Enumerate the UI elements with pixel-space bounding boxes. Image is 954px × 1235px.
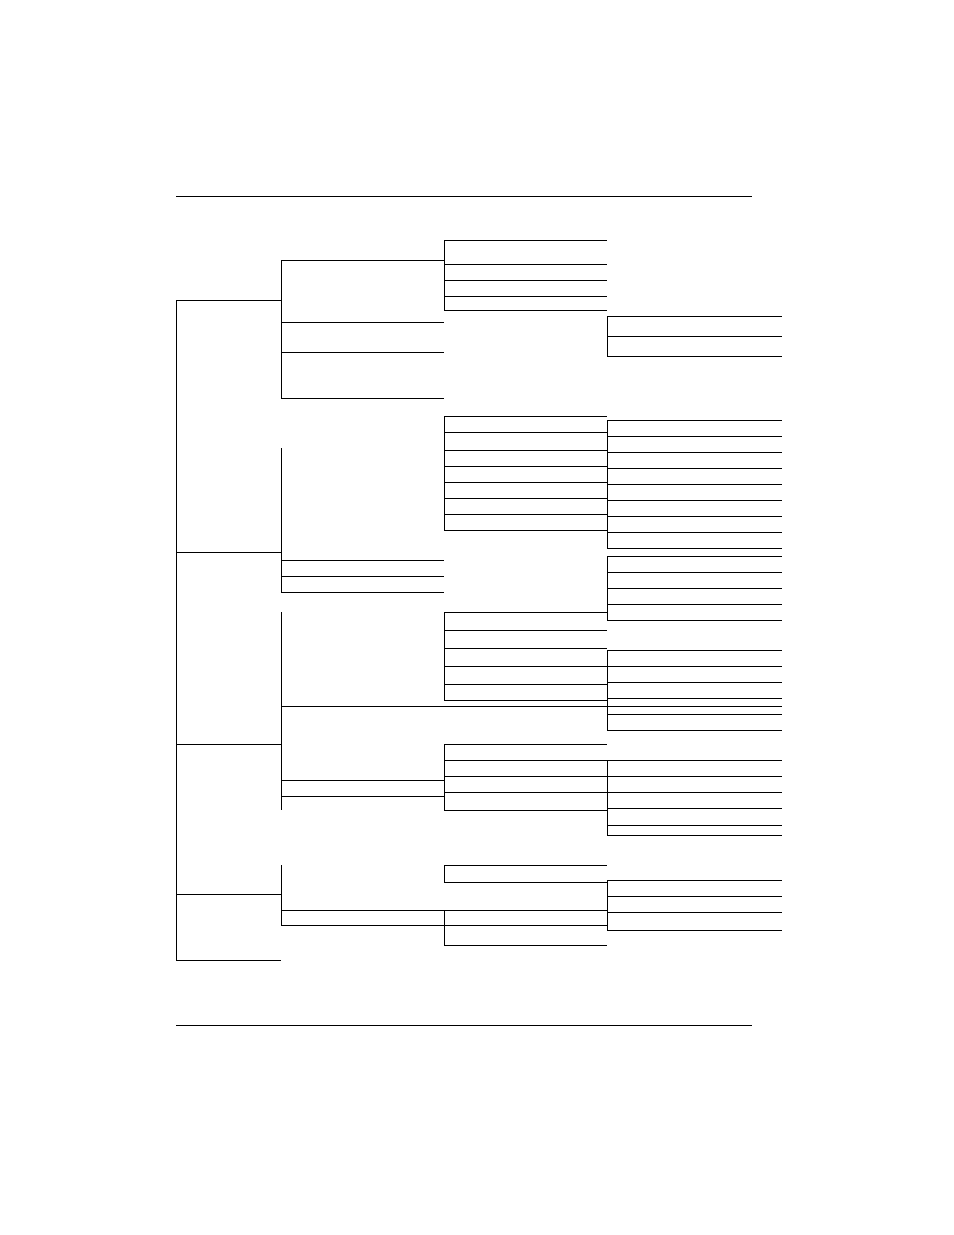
- root-spine: [176, 300, 177, 960]
- c4u-B-row: [607, 452, 782, 453]
- c3-C-row: [444, 648, 607, 649]
- c4u-C-row: [607, 682, 782, 683]
- c3-B-row: [444, 450, 607, 451]
- c4l-C-row: [607, 825, 782, 826]
- top-rule: [176, 196, 752, 197]
- bottom-rule: [176, 1025, 752, 1026]
- c3-C-row: [444, 666, 607, 667]
- c3-A-row: [444, 264, 607, 265]
- root-tick: [176, 300, 281, 301]
- c2-spine-D: [281, 865, 282, 925]
- c4u-C-row: [607, 730, 782, 731]
- c4-D-row: [607, 896, 782, 897]
- c4u-B-row: [607, 484, 782, 485]
- c4u-B-row: [607, 500, 782, 501]
- c3tail-D: [444, 910, 445, 945]
- c4u-C-spine: [607, 650, 608, 730]
- c3-A-row: [444, 310, 607, 311]
- c4u-C-row: [607, 650, 782, 651]
- c3b-C-row: [444, 760, 607, 761]
- c4l-B-row: [607, 620, 782, 621]
- c3-B-row: [444, 432, 607, 433]
- c3b-C-row: [444, 744, 607, 745]
- c2-row-B: [281, 576, 444, 577]
- c4u-B-row: [607, 420, 782, 421]
- c4u-C-row: [607, 698, 782, 699]
- c3-B-row: [444, 530, 607, 531]
- c4l-B-row: [607, 588, 782, 589]
- c3b-C-row: [444, 776, 607, 777]
- c4l-C-row: [607, 792, 782, 793]
- c3b-C-spine: [444, 744, 445, 810]
- root-tick: [176, 894, 281, 895]
- root-tick: [176, 552, 281, 553]
- c2-row-C: [281, 780, 444, 781]
- c3b-C-row: [444, 792, 607, 793]
- c2-spine-A: [281, 260, 282, 398]
- c3-B-row: [444, 498, 607, 499]
- c3-B-row: [444, 482, 607, 483]
- c2-row-B: [281, 592, 444, 593]
- diagram-page: [0, 0, 954, 1235]
- c4u-B-row: [607, 436, 782, 437]
- c3-B-row: [444, 514, 607, 515]
- c4l-C-row: [607, 835, 782, 836]
- c4l-C-row: [607, 760, 782, 761]
- c2-spine-B: [281, 448, 282, 592]
- c2-row-A: [281, 398, 444, 399]
- c3b-C-row: [444, 810, 607, 811]
- c3-C-spine: [444, 612, 445, 700]
- c4u-B-row: [607, 548, 782, 549]
- c2-row-A: [281, 352, 444, 353]
- c4u-B-row: [607, 468, 782, 469]
- c4l-C-row: [607, 776, 782, 777]
- c4l-C-spine: [607, 760, 608, 835]
- c3-D-row: [444, 882, 607, 883]
- c3-B-spine: [444, 416, 445, 530]
- root-tick: [176, 744, 281, 745]
- c2-row-A: [281, 322, 444, 323]
- c3-C-row: [444, 630, 607, 631]
- c4-D-spine: [607, 880, 608, 930]
- root-tick: [176, 960, 281, 961]
- c3-B-row: [444, 466, 607, 467]
- c3tail-D-row: [444, 945, 607, 946]
- c3-C-row: [444, 700, 607, 701]
- c3-B-row: [444, 416, 607, 417]
- c4u-C-row: [607, 714, 782, 715]
- c4l-B-row: [607, 604, 782, 605]
- c3-A-row: [444, 296, 607, 297]
- c4-D-row: [607, 930, 782, 931]
- c4l-B-row: [607, 556, 782, 557]
- c4-A-row: [607, 316, 782, 317]
- c4-A-row: [607, 336, 782, 337]
- c2-row-C: [281, 796, 444, 797]
- c3-A-spine: [444, 240, 445, 310]
- c4-A-row: [607, 356, 782, 357]
- c2-row-A: [281, 260, 444, 261]
- c3-A-row: [444, 240, 607, 241]
- c4u-C-row: [607, 666, 782, 667]
- c3-D-spine: [444, 865, 445, 882]
- c2-row-B: [281, 560, 444, 561]
- c3-D-row: [444, 865, 607, 866]
- c4l-B-row: [607, 572, 782, 573]
- c4u-B-row: [607, 532, 782, 533]
- c2-long-C: [281, 706, 782, 707]
- c3-C-row: [444, 612, 607, 613]
- c4-D-row: [607, 880, 782, 881]
- c3-C-row: [444, 684, 607, 685]
- c4u-B-row: [607, 516, 782, 517]
- c3-A-row: [444, 280, 607, 281]
- c4l-C-row: [607, 808, 782, 809]
- c4-D-row: [607, 912, 782, 913]
